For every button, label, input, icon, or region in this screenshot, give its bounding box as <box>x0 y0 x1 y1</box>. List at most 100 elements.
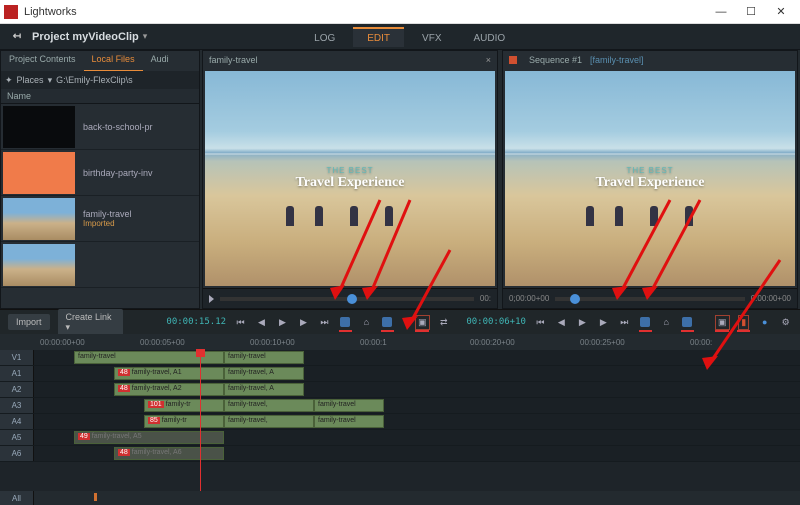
track-lane[interactable]: family-travelfamily-travel <box>34 350 800 365</box>
goto-end-icon[interactable]: ⏭ <box>618 315 631 329</box>
source-scrubber[interactable]: 00: <box>203 288 497 308</box>
goto-end-icon[interactable]: ⏭ <box>318 315 331 329</box>
bookmark-icon[interactable]: ✦ <box>5 75 13 86</box>
tab-audio-network[interactable]: Audi <box>143 51 177 71</box>
track-lane[interactable]: 48family-travel, A6 <box>34 446 800 461</box>
goto-start-icon[interactable]: ⏮ <box>534 315 547 329</box>
track-label[interactable]: V1 <box>0 350 34 365</box>
timeline-clip[interactable]: 101family-tr <box>144 399 224 412</box>
timeline-clip[interactable]: family-travel, <box>224 399 314 412</box>
record-viewer: Sequence #1 [family-travel] THE BEST Tra… <box>502 50 798 309</box>
ruler-tick: 00:00: <box>690 338 712 347</box>
track-lane[interactable]: 101family-trfamily-travel,family-travel <box>34 398 800 413</box>
window-title: Lightworks <box>24 6 706 18</box>
insert-button[interactable]: ▣ <box>415 315 429 329</box>
tab-vfx[interactable]: VFX <box>408 27 455 47</box>
timeline-clip[interactable]: family-travel, <box>224 415 314 428</box>
timeline-clip[interactable]: 85family-tr <box>144 415 224 428</box>
timeline-track: A485family-trfamily-travel,family-travel <box>0 414 800 430</box>
tab-project-contents[interactable]: Project Contents <box>1 51 84 71</box>
source-screen[interactable]: THE BEST Travel Experience <box>205 71 495 286</box>
timeline-clip[interactable]: family-travel <box>224 351 304 364</box>
maximize-button[interactable]: ☐ <box>736 1 766 23</box>
overwrite-button[interactable]: ⇄ <box>437 315 450 329</box>
track-lane[interactable]: 48family-travel, A2family-travel, A <box>34 382 800 397</box>
tab-edit[interactable]: EDIT <box>353 27 404 47</box>
path-row: ✦ Places ▾ G:\Emily-FlexClip\s <box>1 71 199 89</box>
all-label[interactable]: All <box>0 491 34 505</box>
chevron-down-icon[interactable]: ▾ <box>48 75 53 86</box>
timeline-clip[interactable]: 48family-travel, A6 <box>114 447 224 460</box>
track-lane[interactable]: 85family-trfamily-travel,family-travel <box>34 414 800 429</box>
close-icon[interactable]: × <box>486 55 491 65</box>
step-fwd-icon[interactable]: ▶ <box>297 315 310 329</box>
source-tab[interactable]: family-travel <box>209 55 258 65</box>
timeline-clip[interactable]: family-travel <box>314 415 384 428</box>
sequence-label[interactable]: Sequence #1 <box>529 55 582 65</box>
close-button[interactable]: ✕ <box>766 1 796 23</box>
track-label[interactable]: A1 <box>0 366 34 381</box>
transport-toolbar: Import Create Link ▾ 00:00:15.12 ⏮ ◀ ▶ ▶… <box>0 310 800 334</box>
clip-name: back-to-school-pr <box>83 122 193 132</box>
timeline-clip[interactable]: family-travel, A <box>224 383 304 396</box>
mark-out-button[interactable] <box>381 315 394 329</box>
playhead[interactable] <box>200 350 201 491</box>
mark-in-button[interactable] <box>639 315 652 329</box>
record-screen[interactable]: THE BEST Travel Experience <box>505 71 795 286</box>
import-button[interactable]: Import <box>8 314 50 330</box>
track-label[interactable]: A2 <box>0 382 34 397</box>
play-icon[interactable]: ▶ <box>276 315 289 329</box>
step-fwd-icon[interactable]: ▶ <box>597 315 610 329</box>
track-label[interactable]: A5 <box>0 430 34 445</box>
track-label[interactable]: A3 <box>0 398 34 413</box>
path-text[interactable]: G:\Emily-FlexClip\s <box>56 75 133 85</box>
track-lane[interactable]: 49family-travel, A5 <box>34 430 800 445</box>
track-label[interactable]: A4 <box>0 414 34 429</box>
timeline-clip[interactable]: 49family-travel, A5 <box>74 431 224 444</box>
play-icon[interactable]: ▶ <box>576 315 589 329</box>
clear-marks-icon[interactable]: ⌂ <box>360 315 373 329</box>
create-link-button[interactable]: Create Link ▾ <box>58 309 123 336</box>
mini-timeline[interactable] <box>34 491 800 505</box>
all-tracks-row: All <box>0 491 800 505</box>
record-scrubber[interactable]: 0;00:00+00 0:00:00+00 <box>503 288 797 308</box>
list-item[interactable]: family-travel Imported <box>1 196 199 242</box>
browser-tabs: Project Contents Local Files Audi <box>1 51 199 71</box>
mark-out-button[interactable] <box>681 315 694 329</box>
mic-icon[interactable]: ● <box>758 315 771 329</box>
step-back-icon[interactable]: ◀ <box>555 315 568 329</box>
goto-start-icon[interactable]: ⏮ <box>234 315 247 329</box>
play-icon[interactable] <box>209 295 214 303</box>
step-back-icon[interactable]: ◀ <box>255 315 268 329</box>
remove-button[interactable]: ▣ <box>715 315 729 329</box>
mark-in-button[interactable] <box>339 315 352 329</box>
top-bar: ↤ Project myVideoClip ▾ LOG EDIT VFX AUD… <box>0 24 800 50</box>
window-titlebar: Lightworks — ☐ ✕ <box>0 0 800 24</box>
list-item[interactable]: back-to-school-pr <box>1 104 199 150</box>
tab-local-files[interactable]: Local Files <box>84 51 143 71</box>
delete-button[interactable]: ▮ <box>737 315 750 329</box>
project-title[interactable]: Project myVideoClip <box>32 31 139 43</box>
column-name-header[interactable]: Name <box>1 89 199 104</box>
timeline-clip[interactable]: 48family-travel, A1 <box>114 367 224 380</box>
places-label[interactable]: Places <box>17 75 44 85</box>
tab-audio[interactable]: AUDIO <box>460 27 520 47</box>
app-icon <box>4 5 18 19</box>
minimize-button[interactable]: — <box>706 1 736 23</box>
timeline-clip[interactable]: family-travel <box>314 399 384 412</box>
track-label[interactable]: A6 <box>0 446 34 461</box>
list-item[interactable]: birthday-party-inv <box>1 150 199 196</box>
timeline-clip[interactable]: family-travel, A <box>224 367 304 380</box>
track-lane[interactable]: 48family-travel, A1family-travel, A <box>34 366 800 381</box>
list-item[interactable] <box>1 242 199 288</box>
clear-marks-icon[interactable]: ⌂ <box>660 315 673 329</box>
sequence-link[interactable]: [family-travel] <box>590 55 644 65</box>
tab-log[interactable]: LOG <box>300 27 349 47</box>
back-icon[interactable]: ↤ <box>8 28 26 46</box>
timeline-clip[interactable]: 48family-travel, A2 <box>114 383 224 396</box>
settings-icon[interactable]: ⚙ <box>779 315 792 329</box>
video-overlay: THE BEST Travel Experience <box>205 71 495 286</box>
scrub-time-left: 0;00:00+00 <box>509 294 549 303</box>
scrub-time-right: 0:00:00+00 <box>751 294 791 303</box>
timeline-ruler[interactable]: 00:00:00+00 00:00:05+00 00:00:10+00 00:0… <box>0 334 800 350</box>
